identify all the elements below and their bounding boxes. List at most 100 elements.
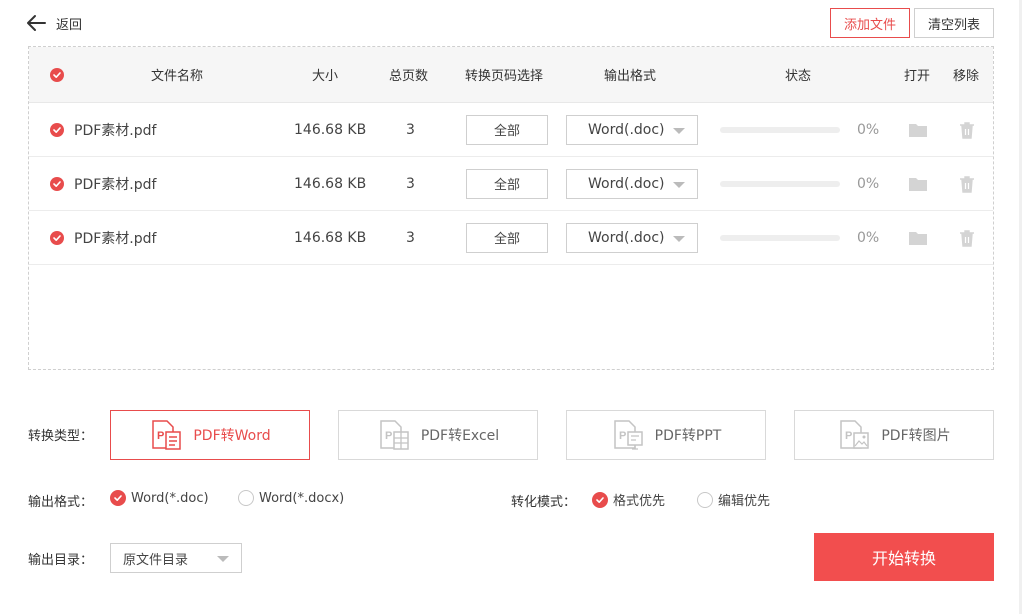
- mode-option-format-first[interactable]: 格式优先: [592, 490, 665, 509]
- progress-bar: [720, 234, 840, 241]
- mode-option-label: 编辑优先: [718, 494, 771, 509]
- pdf-word-icon: P: [152, 420, 182, 450]
- page-select-button[interactable]: 全部: [466, 114, 548, 145]
- format-select-value: Word(.doc): [588, 121, 665, 138]
- progress-percent: 0%: [857, 121, 880, 138]
- pdf-excel-icon: P: [380, 420, 409, 450]
- format-option-label: Word(*.docx): [259, 490, 345, 506]
- trash-icon: [960, 121, 974, 139]
- check-icon: [50, 122, 64, 137]
- remove-button[interactable]: [957, 103, 977, 156]
- table-header: 文件名称 大小 总页数 转换页码选择 输出格式 状态 打开 移除: [29, 47, 993, 103]
- check-icon: [50, 176, 64, 191]
- progress-percent: 0%: [857, 175, 880, 192]
- open-folder-button[interactable]: [908, 103, 928, 156]
- row-checkbox[interactable]: [50, 157, 64, 210]
- folder-icon: [909, 177, 927, 191]
- chevron-down-icon: [217, 556, 229, 562]
- progress-bar: [720, 126, 840, 133]
- table-row: PDF素材.pdf 146.68 KB 3 全部 Word(.doc) 0%: [29, 157, 993, 211]
- chevron-down-icon: [673, 127, 685, 134]
- output-dir-select[interactable]: 原文件目录: [110, 543, 242, 573]
- open-folder-button[interactable]: [908, 157, 928, 210]
- table-row: PDF素材.pdf 146.68 KB 3 全部 Word(.doc) 0%: [29, 211, 993, 265]
- clear-list-button[interactable]: 清空列表: [914, 8, 994, 38]
- output-format-label: 输出格式：: [28, 495, 94, 510]
- file-name: PDF素材.pdf: [74, 230, 157, 247]
- file-name: PDF素材.pdf: [74, 122, 157, 139]
- arrow-left-icon: [27, 15, 46, 31]
- pdf-ppt-icon: P: [613, 420, 643, 450]
- type-pdf-to-ppt[interactable]: P PDF转PPT: [566, 410, 766, 460]
- conversion-type-label: 转换类型：: [28, 429, 94, 444]
- check-icon: [50, 67, 64, 82]
- radio-unchecked-icon: [238, 490, 254, 506]
- row-checkbox[interactable]: [50, 103, 64, 156]
- format-select-value: Word(.doc): [588, 175, 665, 192]
- folder-icon: [909, 231, 927, 245]
- file-table: 文件名称 大小 总页数 转换页码选择 输出格式 状态 打开 移除 PDF素材.p…: [28, 46, 994, 370]
- svg-text:P: P: [385, 430, 392, 442]
- page-select-button[interactable]: 全部: [466, 168, 548, 199]
- progress-bar: [720, 180, 840, 187]
- column-header-format: 输出格式: [604, 69, 657, 84]
- mode-option-label: 格式优先: [613, 494, 666, 509]
- output-dir-label: 输出目录：: [28, 553, 94, 568]
- format-select-value: Word(.doc): [588, 229, 665, 246]
- svg-text:P: P: [845, 430, 852, 442]
- type-pdf-to-image[interactable]: P PDF转图片: [794, 410, 994, 460]
- column-header-pages: 总页数: [389, 69, 429, 84]
- column-header-name: 文件名称: [151, 69, 204, 84]
- chevron-down-icon: [673, 181, 685, 188]
- page-count: 3: [406, 175, 415, 192]
- conversion-mode-label: 转化模式：: [511, 495, 577, 510]
- svg-text:P: P: [619, 430, 626, 442]
- select-all-checkbox[interactable]: [50, 47, 64, 102]
- format-option-docx[interactable]: Word(*.docx): [238, 490, 344, 506]
- progress-percent: 0%: [857, 229, 880, 246]
- type-pdf-to-excel[interactable]: P PDF转Excel: [338, 410, 538, 460]
- top-bar: 返回 添加文件 清空列表: [0, 0, 1022, 46]
- check-icon: [50, 230, 64, 245]
- folder-icon: [909, 123, 927, 137]
- format-select[interactable]: Word(.doc): [566, 168, 698, 199]
- column-header-remove: 移除: [953, 69, 980, 84]
- mode-option-edit-first[interactable]: 编辑优先: [697, 490, 770, 509]
- column-header-size: 大小: [312, 69, 339, 84]
- add-file-button[interactable]: 添加文件: [830, 8, 910, 38]
- column-header-status: 状态: [785, 69, 812, 84]
- type-label: PDF转图片: [881, 428, 951, 444]
- open-folder-button[interactable]: [908, 211, 928, 264]
- start-convert-button[interactable]: 开始转换: [814, 533, 994, 581]
- output-dir-value: 原文件目录: [123, 552, 189, 568]
- format-select[interactable]: Word(.doc): [566, 222, 698, 253]
- trash-icon: [960, 175, 974, 193]
- page-count: 3: [406, 121, 415, 138]
- format-select[interactable]: Word(.doc): [566, 114, 698, 145]
- type-label: PDF转Word: [193, 428, 271, 444]
- remove-button[interactable]: [957, 211, 977, 264]
- chevron-down-icon: [673, 235, 685, 242]
- remove-button[interactable]: [957, 157, 977, 210]
- type-label: PDF转Excel: [420, 428, 500, 444]
- row-checkbox[interactable]: [50, 211, 64, 264]
- radio-checked-icon: [110, 490, 126, 506]
- table-row: PDF素材.pdf 146.68 KB 3 全部 Word(.doc) 0%: [29, 103, 993, 157]
- trash-icon: [960, 229, 974, 247]
- svg-text:P: P: [157, 430, 164, 442]
- radio-unchecked-icon: [697, 491, 713, 508]
- page-count: 3: [406, 229, 415, 246]
- page-select-button[interactable]: 全部: [466, 222, 548, 253]
- file-size: 146.68 KB: [294, 121, 367, 138]
- format-option-doc[interactable]: Word(*.doc): [110, 490, 209, 506]
- back-label: 返回: [56, 17, 83, 33]
- type-pdf-to-word[interactable]: P PDF转Word: [110, 410, 310, 460]
- pdf-image-icon: P: [840, 420, 870, 449]
- back-button[interactable]: 返回: [26, 12, 82, 34]
- column-header-page-select: 转换页码选择: [465, 69, 544, 84]
- type-label: PDF转PPT: [654, 428, 722, 444]
- file-size: 146.68 KB: [294, 229, 367, 246]
- radio-checked-icon: [592, 491, 608, 508]
- format-option-label: Word(*.doc): [131, 490, 209, 506]
- file-name: PDF素材.pdf: [74, 176, 157, 193]
